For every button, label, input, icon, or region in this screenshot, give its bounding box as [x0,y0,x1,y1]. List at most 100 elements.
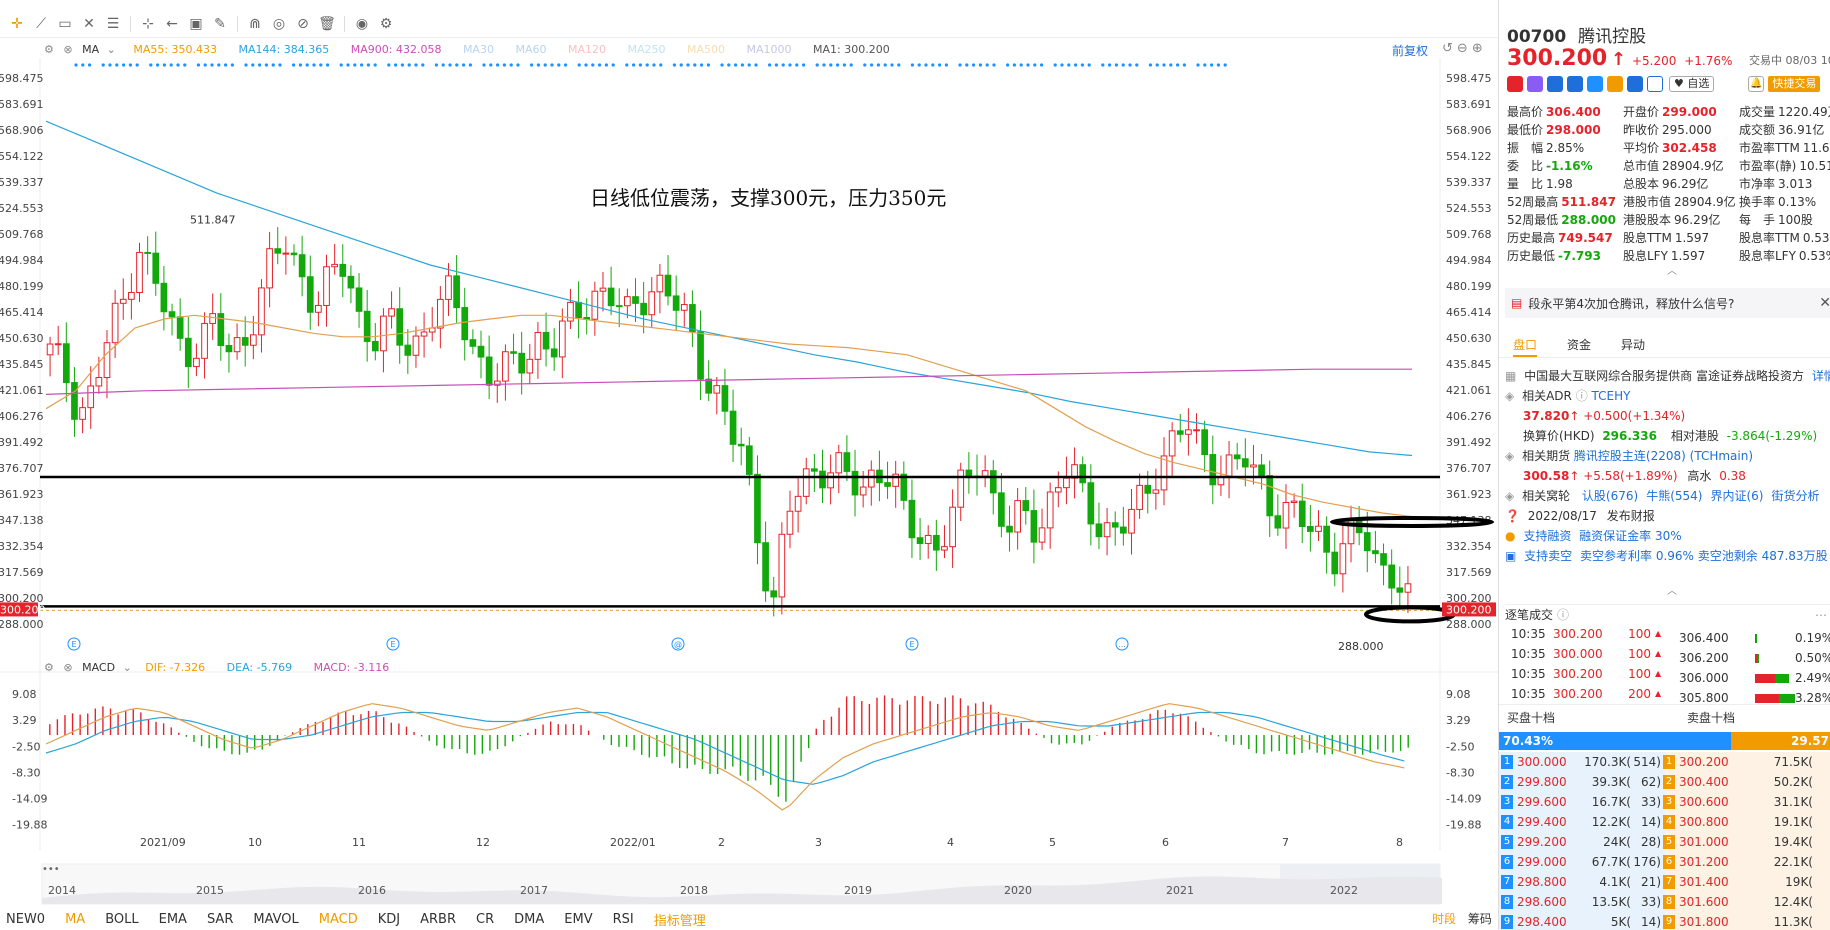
bid-price[interactable]: 299.400 [1517,812,1577,832]
bid-price[interactable]: 298.800 [1517,872,1577,892]
arrow-icon[interactable]: ← [161,13,183,35]
hk-flag-icon[interactable] [1507,76,1523,92]
measure-icon[interactable]: ⊹ [137,13,159,35]
link-icon[interactable] [1607,76,1623,92]
candle-body [664,274,672,297]
warrant-link[interactable]: 牛熊(554) [1646,489,1702,503]
tab-2[interactable]: 异动 [1621,334,1645,357]
help-icon[interactable]: ⓘ [1576,389,1588,403]
stock-name: 腾讯控股 [1578,27,1647,47]
cycle-icon[interactable]: ◎ [268,13,290,35]
desc-more-link[interactable]: 详情 [1812,369,1830,383]
crosshair-icon[interactable]: ✛ [6,13,28,35]
news-banner[interactable]: ▤ 段永平第4次加仓腾讯，释放什么信号? ✕ [1505,288,1830,318]
connect-icon[interactable] [1547,76,1563,92]
tag-icon[interactable] [1627,76,1643,92]
tab-rsi[interactable]: RSI [613,912,634,927]
tab-指标管理[interactable]: 指标管理 [654,910,706,929]
bid-price[interactable]: 298.600 [1517,892,1577,912]
quick-trade-button[interactable]: 快捷交易 [1768,76,1821,92]
macd-plot[interactable]: 9.08 9.08 3.29 3.29 -2.50 -2.50 -8.30 -8.30 -14.… [0,660,1498,850]
ask-price[interactable]: 300.800 [1679,812,1751,832]
comment-icon[interactable]: ▣ [185,13,207,35]
bid-price[interactable]: 298.400 [1517,912,1577,930]
tab-emv[interactable]: EMV [564,912,592,927]
more-icon[interactable]: ⋯ [1815,608,1827,622]
tab-macd[interactable]: MACD [319,912,358,927]
short-icon[interactable] [1587,76,1603,92]
tab-kdj[interactable]: KDJ [378,912,400,927]
tab-0[interactable]: 盘口 [1513,334,1538,357]
ask-price[interactable]: 300.200 [1679,752,1751,772]
short-label[interactable]: 支持卖空 [1524,549,1572,563]
bid-volume: 39.3K( [1591,775,1631,789]
channel-icon[interactable]: ☰ [102,13,124,35]
tab-ma[interactable]: MA [65,912,85,927]
doc-icon[interactable] [1647,76,1663,92]
help-icon[interactable]: ⓘ [1557,606,1569,623]
close-icon[interactable]: ✕ [1819,295,1830,311]
fib-icon[interactable]: ✕ [78,13,100,35]
adr-code[interactable]: TCEHY [1592,389,1631,403]
tab-session[interactable]: 时段 [1432,912,1456,926]
quote-key: 换手率 [1739,195,1776,209]
margin-icon: ● [1505,529,1516,543]
futures-code[interactable]: (TCHmain) [1690,449,1753,463]
bell-icon[interactable]: 🔔 [1748,76,1765,92]
tab-new0[interactable]: NEW0 [6,912,45,927]
ask-price[interactable]: 301.400 [1679,872,1751,892]
tab-chips[interactable]: 筹码 [1468,912,1492,926]
news-text[interactable]: 段永平第4次加仓腾讯，释放什么信号? [1528,295,1734,312]
margin-label[interactable]: 支持融资 [1523,529,1571,543]
bid-price[interactable]: 299.000 [1517,852,1577,872]
tab-mavol[interactable]: MAVOL [253,912,298,927]
warrant-link[interactable]: 认股(676) [1582,489,1638,503]
overview-more-icon[interactable]: ••• [42,864,60,875]
erase-icon[interactable]: ⊘ [292,13,314,35]
tab-ema[interactable]: EMA [159,912,187,927]
arc-icon[interactable]: ⋒ [244,13,266,35]
swap-icon[interactable] [1567,76,1583,92]
pen-icon[interactable]: ✎ [209,13,231,35]
ask-price[interactable]: 300.600 [1679,792,1751,812]
tab-sar[interactable]: SAR [207,912,233,927]
futures-name[interactable]: 腾讯控股主连(2208) [1574,449,1686,463]
tab-arbr[interactable]: ARBR [420,912,456,927]
line-icon[interactable]: ⟋ [30,13,52,35]
tab-dma[interactable]: DMA [514,912,544,927]
ask-price[interactable]: 301.800 [1679,912,1751,930]
settings-icon[interactable]: ⚙ [375,13,397,35]
ask-price[interactable]: 301.000 [1679,832,1751,852]
bid-price[interactable]: 299.200 [1517,832,1577,852]
tab-cr[interactable]: CR [476,912,494,927]
event-dot [543,63,547,67]
trash-icon[interactable]: 🗑 [316,13,338,35]
warrant-link[interactable]: 界内证(6) [1710,489,1763,503]
price-plot[interactable]: 598.475 598.475 583.691 583.691 568.906 568.9… [0,40,1498,660]
watchlist-button[interactable]: ♥ 自选 [1669,76,1715,92]
warrant-link[interactable]: 街货分析 [1771,489,1819,503]
rect-icon[interactable]: ▭ [54,13,76,35]
tab-boll[interactable]: BOLL [105,912,138,927]
candlestick-chart[interactable]: ⚙ ⊗ MA ⌄ MA55: 350.433 MA144: 384.365 MA… [0,40,1498,660]
tab-1[interactable]: 资金 [1567,334,1591,357]
eye-icon[interactable]: ◉ [351,13,373,35]
option-icon[interactable] [1527,76,1543,92]
bid-price[interactable]: 300.000 [1517,752,1577,772]
ask-price[interactable]: 301.600 [1679,892,1751,912]
overview-navigator[interactable]: ••• 2014 2015 2016 2017 2018 2019 2020 2021 2022 [0,858,1498,908]
collapse-chevron-icon[interactable]: ︿ [1667,582,1677,597]
bid-price[interactable]: 299.800 [1517,772,1577,792]
collapse-chevron-icon[interactable]: ︿ [1667,262,1677,277]
ask-price[interactable]: 300.400 [1679,772,1751,792]
x-axis-label: 2022/01 [610,836,656,849]
dist-row: 306.000 2.49% [1679,668,1830,688]
bid-price[interactable]: 299.600 [1517,792,1577,812]
y-tick-label: 332.354 [0,540,44,553]
candle-body [1201,429,1209,456]
ask-price[interactable]: 301.200 [1679,852,1751,872]
candle-body [347,275,355,289]
ask-title: 卖盘十档 [1687,711,1736,725]
macd-chart[interactable]: ⚙ ⊗ MACD ⌄ DIF: -7.326 DEA: -5.769 MACD:… [0,660,1498,850]
quote-cell: 股息TTM 1.597 [1623,229,1739,247]
